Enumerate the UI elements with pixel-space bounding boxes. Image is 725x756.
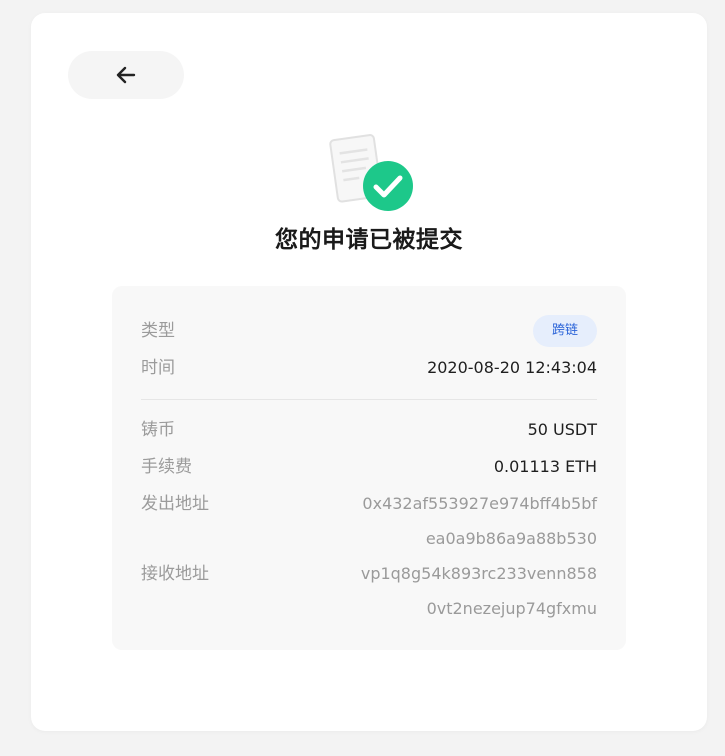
time-row: 时间 2020-08-20 12:43:04: [141, 356, 597, 380]
fee-label: 手续费: [141, 457, 192, 477]
mint-label: 铸币: [141, 420, 175, 440]
time-value: 2020-08-20 12:43:04: [427, 358, 597, 377]
to-address-line2: 0vt2nezejup74gfxmu: [426, 599, 597, 618]
result-card: 您的申请已被提交 类型 跨链 时间 2020-08-20 12:43:04 铸币…: [31, 13, 707, 731]
from-address-label: 发出地址: [141, 494, 209, 514]
to-address-value: vp1q8g54k893rc233venn858 0vt2nezejup74gf…: [361, 556, 597, 626]
mint-row: 铸币 50 USDT: [141, 418, 597, 442]
to-address-label: 接收地址: [141, 564, 209, 584]
from-address-line1: 0x432af553927e974bff4b5bf: [362, 494, 597, 513]
divider: [141, 399, 597, 400]
to-address-row: 接收地址 vp1q8g54k893rc233venn858 0vt2nezeju…: [141, 562, 597, 626]
from-address-line2: ea0a9b86a9a88b530: [425, 529, 597, 548]
page-title: 您的申请已被提交: [275, 227, 463, 253]
type-label: 类型: [141, 321, 175, 341]
fee-value: 0.01113 ETH: [493, 457, 597, 476]
mint-value: 50 USDT: [527, 420, 597, 439]
to-address-line1: vp1q8g54k893rc233venn858: [360, 564, 597, 583]
fee-row: 手续费 0.01113 ETH: [141, 455, 597, 479]
type-row: 类型 跨链: [141, 315, 597, 347]
checkmark-circle-icon: [363, 161, 413, 211]
details-panel: 类型 跨链 时间 2020-08-20 12:43:04 铸币 50 USDT …: [112, 286, 626, 650]
type-badge: 跨链: [532, 315, 597, 347]
time-label: 时间: [141, 358, 175, 378]
back-button[interactable]: [68, 51, 184, 99]
arrow-left-icon: [116, 66, 136, 84]
from-address-row: 发出地址 0x432af553927e974bff4b5bf ea0a9b86a…: [141, 492, 597, 556]
from-address-value: 0x432af553927e974bff4b5bf ea0a9b86a9a88b…: [362, 486, 597, 556]
